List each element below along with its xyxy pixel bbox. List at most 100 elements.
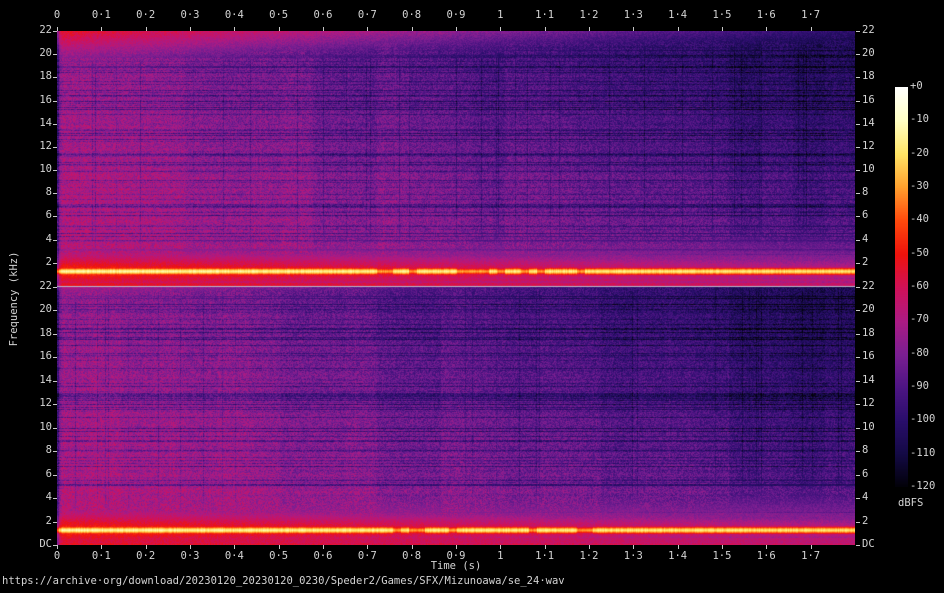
colorbar-tick-label: -100 — [910, 413, 936, 426]
freq-tick-label: 18 — [862, 70, 875, 83]
freq-tick-mark — [856, 474, 860, 476]
colorbar-gradient — [895, 87, 908, 487]
freq-tick-mark — [856, 521, 860, 523]
time-tick-mark — [234, 545, 236, 549]
freq-tick-label: 10 — [862, 420, 875, 433]
freq-tick-mark — [856, 357, 860, 359]
freq-tick-label: 12 — [39, 139, 52, 152]
freq-tick-label: 4 — [45, 491, 52, 504]
source-url-caption: https://archive·org/download/20230120_20… — [2, 575, 565, 587]
freq-dc-label: DC — [39, 538, 52, 550]
time-tick-mark — [721, 545, 723, 549]
freq-tick-label: 14 — [862, 373, 875, 386]
colorbar-tick-label: -10 — [910, 113, 929, 126]
time-tick-mark — [278, 545, 280, 549]
time-tick-mark — [810, 545, 812, 549]
freq-tick-label: 16 — [39, 350, 52, 363]
time-tick-label: 1·2 — [579, 9, 599, 21]
freq-tick-label: 12 — [862, 397, 875, 410]
freq-tick-label: 18 — [862, 326, 875, 339]
time-tick-label: 0·9 — [446, 9, 466, 21]
freq-tick-mark — [856, 545, 860, 546]
freq-tick-label: 14 — [39, 373, 52, 386]
time-tick-label: 1·3 — [623, 9, 643, 21]
colorbar-unit-label: dBFS — [898, 497, 924, 509]
freq-tick-label: 18 — [39, 70, 52, 83]
freq-tick-mark — [856, 216, 860, 218]
freq-tick-label: 12 — [39, 397, 52, 410]
time-axis-title: Time (s) — [430, 560, 482, 572]
time-tick-label: 1·6 — [756, 550, 776, 562]
freq-tick-label: 16 — [39, 93, 52, 106]
freq-tick-mark — [856, 54, 860, 56]
freq-tick-label: 10 — [39, 420, 52, 433]
freq-tick-label: 6 — [45, 467, 52, 480]
time-tick-label: 0·3 — [180, 9, 200, 21]
spectrogram-window: Frequency (kHz) 0 0·1 0·2 0·3 0·4 0·5 0·6 0·7 0·… — [0, 0, 944, 593]
time-tick-mark — [411, 545, 413, 549]
freq-tick-label: 20 — [862, 47, 875, 60]
time-tick-label: 0·4 — [224, 9, 244, 21]
freq-tick-label: 22 — [39, 24, 52, 36]
freq-tick-label: 14 — [39, 116, 52, 129]
freq-tick-mark — [856, 498, 860, 500]
time-tick-label: 0·3 — [180, 550, 200, 562]
colorbar-tick-label: -50 — [910, 246, 929, 259]
colorbar-tick-label: -90 — [910, 379, 929, 392]
time-tick-mark — [322, 545, 324, 549]
freq-tick-label: 8 — [45, 186, 52, 199]
freq-tick-label: 22 — [862, 24, 875, 36]
time-tick-label: 0·1 — [91, 9, 111, 21]
freq-tick-mark — [856, 380, 860, 382]
freq-tick-mark — [856, 100, 860, 102]
time-tick-mark — [57, 545, 58, 549]
time-tick-label: 0·8 — [402, 9, 422, 21]
freq-tick-mark — [856, 77, 860, 79]
freq-tick-label: 6 — [862, 467, 869, 480]
freq-tick-mark — [856, 170, 860, 172]
time-tick-mark — [500, 545, 502, 549]
time-tick-label: 1·7 — [801, 9, 821, 21]
time-tick-label: 0 — [53, 550, 61, 562]
freq-tick-label: 22 — [39, 280, 52, 292]
time-tick-label: 0·2 — [136, 550, 156, 562]
freq-tick-mark — [856, 427, 860, 429]
time-tick-mark — [677, 545, 679, 549]
freq-tick-mark — [53, 545, 57, 546]
time-tick-label: 0·4 — [224, 550, 244, 562]
time-tick-label: 0·5 — [269, 550, 289, 562]
freq-tick-label: 4 — [45, 232, 52, 245]
time-tick-mark — [101, 545, 103, 549]
colorbar-tick-label: -60 — [910, 279, 929, 292]
time-tick-label: 1·7 — [801, 550, 821, 562]
freq-tick-label: 18 — [39, 326, 52, 339]
colorbar-tick-label: -40 — [910, 213, 929, 226]
freq-tick-label: 4 — [862, 232, 869, 245]
time-tick-mark — [189, 545, 191, 549]
freq-tick-label: 16 — [862, 93, 875, 106]
time-tick-label: 1·4 — [668, 550, 688, 562]
time-tick-label: 0·8 — [402, 550, 422, 562]
freq-tick-label: 16 — [862, 350, 875, 363]
freq-tick-label: 20 — [39, 303, 52, 316]
freq-tick-label: 8 — [862, 186, 869, 199]
time-tick-mark — [367, 545, 369, 549]
freq-tick-label: 2 — [862, 255, 869, 268]
time-tick-label: 1·4 — [668, 9, 688, 21]
time-tick-label: 0·5 — [269, 9, 289, 21]
colorbar-tick-label: -30 — [910, 179, 929, 192]
colorbar-tick-label: -70 — [910, 313, 929, 326]
freq-tick-label: 2 — [45, 514, 52, 527]
freq-tick-label: 14 — [862, 116, 875, 129]
time-tick-mark — [633, 545, 635, 549]
time-tick-mark — [455, 545, 457, 549]
freq-tick-label: 12 — [862, 139, 875, 152]
time-tick-mark — [588, 545, 590, 549]
freq-dc-label: DC — [862, 538, 875, 550]
time-tick-label: 0·6 — [313, 9, 333, 21]
time-tick-label: 1·2 — [579, 550, 599, 562]
time-tick-label: 1 — [497, 9, 504, 21]
time-tick-label: 0·7 — [357, 550, 377, 562]
time-tick-label: 1·1 — [535, 9, 555, 21]
time-tick-mark — [766, 545, 768, 549]
